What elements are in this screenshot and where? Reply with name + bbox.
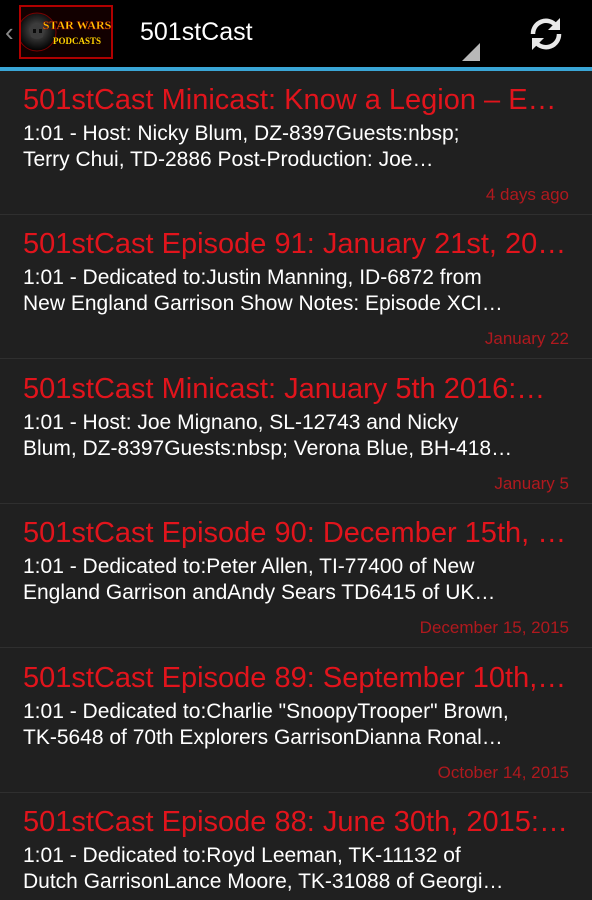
episode-description-line: Blum, DZ-8397Guests:nbsp; Verona Blue, B… bbox=[23, 437, 513, 460]
episode-date: January 22 bbox=[484, 329, 569, 348]
episode-description-line: Terry Chui, TD-2886 Post-Production: Joe… bbox=[23, 148, 434, 171]
episode-description: 1:01 - Dedicated to:Peter Allen, TI-7740… bbox=[23, 554, 563, 606]
episode-date: December 15, 2015 bbox=[419, 618, 569, 637]
episode-title: 501stCast Episode 89: September 10th,… bbox=[23, 662, 567, 694]
refresh-icon bbox=[530, 18, 562, 50]
episode-description-line: 1:01 - Dedicated to:Charlie "SnoopyTroop… bbox=[23, 700, 509, 723]
episode-description-line: Dutch GarrisonLance Moore, TK-31088 of G… bbox=[23, 870, 504, 893]
episode-list[interactable]: 501stCast Minicast: Know a Legion – E… 1… bbox=[0, 71, 592, 900]
chevron-left-icon[interactable]: ‹ bbox=[5, 18, 15, 46]
episode-date: January 5 bbox=[494, 474, 569, 493]
app-logo[interactable]: STAR WARS PODCASTS bbox=[19, 5, 113, 59]
episode-item[interactable]: 501stCast Episode 91: January 21st, 20… … bbox=[0, 215, 592, 359]
logo-text-starwars: STAR WARS bbox=[43, 18, 111, 32]
episode-description: 1:01 - Dedicated to:Justin Manning, ID-6… bbox=[23, 265, 563, 317]
episode-date: October 14, 2015 bbox=[437, 763, 569, 782]
title-spinner[interactable]: 501stCast bbox=[118, 0, 488, 67]
episode-description-line: 1:01 - Dedicated to:Peter Allen, TI-7740… bbox=[23, 555, 475, 578]
episode-title: 501stCast Episode 90: December 15th, … bbox=[23, 517, 567, 549]
episode-date: 4 days ago bbox=[485, 185, 569, 204]
episode-item[interactable]: 501stCast Episode 88: June 30th, 2015: …… bbox=[0, 793, 592, 900]
episode-title: 501stCast Episode 91: January 21st, 20… bbox=[23, 228, 567, 260]
episode-description: 1:01 - Host: Joe Mignano, SL-12743 and N… bbox=[23, 410, 563, 462]
episode-description: 1:01 - Host: Nicky Blum, DZ-8397Guests:n… bbox=[23, 121, 563, 173]
episode-description-line: 1:01 - Dedicated to:Royd Leeman, TK-1113… bbox=[23, 844, 461, 867]
episode-description-line: New England Garrison Show Notes: Episode… bbox=[23, 292, 503, 315]
action-bar: ‹ STAR WARS PODCASTS 501stCast bbox=[0, 0, 592, 67]
app-title: 501stCast bbox=[140, 18, 253, 46]
spinner-indicator-icon bbox=[462, 43, 480, 61]
episode-description-line: 1:01 - Dedicated to:Justin Manning, ID-6… bbox=[23, 266, 482, 289]
logo-text-podcasts: PODCASTS bbox=[53, 36, 101, 46]
episode-item[interactable]: 501stCast Episode 89: September 10th,… 1… bbox=[0, 649, 592, 793]
episode-description-line: 1:01 - Host: Joe Mignano, SL-12743 and N… bbox=[23, 411, 459, 434]
episode-description-line: England Garrison andAndy Sears TD6415 of… bbox=[23, 581, 496, 604]
episode-title: 501stCast Minicast: Know a Legion – E… bbox=[23, 84, 557, 116]
episode-description-line: TK-5648 of 70th Explorers GarrisonDianna… bbox=[23, 726, 503, 749]
episode-title: 501stCast Episode 88: June 30th, 2015: … bbox=[23, 806, 571, 838]
episode-item[interactable]: 501stCast Minicast: January 5th 2016:… 1… bbox=[0, 360, 592, 504]
episode-item[interactable]: 501stCast Episode 90: December 15th, … 1… bbox=[0, 504, 592, 648]
episode-item[interactable]: 501stCast Minicast: Know a Legion – E… 1… bbox=[0, 71, 592, 215]
episode-description-line: 1:01 - Host: Nicky Blum, DZ-8397Guests:n… bbox=[23, 122, 460, 145]
episode-description: 1:01 - Dedicated to:Charlie "SnoopyTroop… bbox=[23, 699, 563, 751]
episode-title: 501stCast Minicast: January 5th 2016:… bbox=[23, 373, 546, 405]
episode-description: 1:01 - Dedicated to:Royd Leeman, TK-1113… bbox=[23, 843, 563, 895]
app-screen: ‹ STAR WARS PODCASTS 501stCast 501stCast… bbox=[0, 0, 592, 900]
refresh-button[interactable] bbox=[514, 6, 578, 62]
